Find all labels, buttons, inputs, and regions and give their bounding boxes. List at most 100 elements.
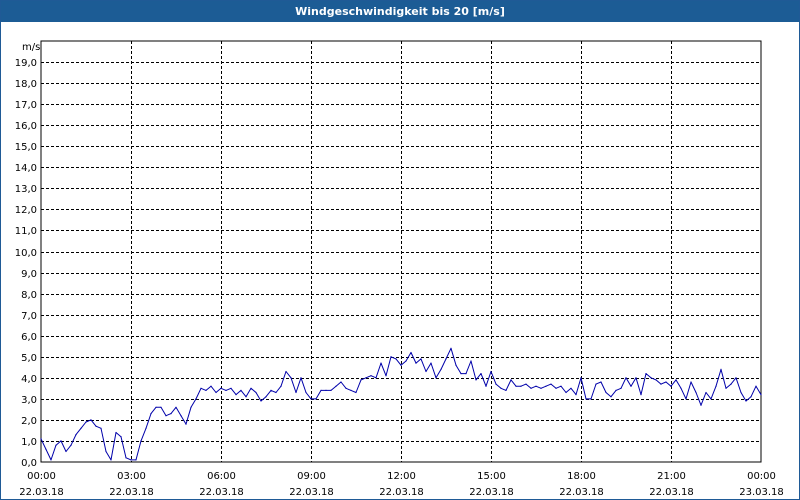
data-point [200,387,202,389]
data-point [115,431,117,434]
data-point [270,389,272,391]
data-point [485,385,487,387]
data-point [150,413,152,415]
data-point [680,387,682,389]
data-point [495,383,497,385]
data-point [145,427,147,429]
data-point [395,358,397,360]
data-point [385,375,387,377]
data-point [225,389,227,391]
data-point [365,377,367,379]
x-tick-date: 22.03.18 [469,487,514,498]
data-point [605,391,607,394]
y-tick-label: 14,0 [15,163,37,174]
data-point [410,351,412,354]
data-point [330,389,332,391]
data-point [625,377,627,379]
data-point [320,389,322,391]
data-point [275,391,277,394]
data-point [310,398,312,400]
x-tick-time: 00:00 [27,471,56,482]
x-tick-date: 22.03.18 [379,487,424,498]
data-point [375,377,377,379]
y-tick-label: 5,0 [21,353,37,364]
y-tick-label: 2,0 [21,416,37,427]
data-point [245,396,247,398]
x-tick-date: 22.03.18 [199,487,244,498]
data-point [480,373,482,375]
data-point [645,373,647,375]
data-point [615,389,617,391]
data-point [190,406,192,408]
data-point [90,419,92,421]
x-tick-date: 23.03.18 [739,487,784,498]
data-point [220,387,222,389]
y-tick-label: 15,0 [15,142,37,153]
x-tick-time: 09:00 [297,471,326,482]
data-point [380,362,382,364]
data-point [285,370,287,373]
data-point [670,385,672,387]
data-point [60,440,62,442]
data-point [435,377,437,379]
y-tick-label: 19,0 [15,58,37,69]
data-point [180,415,182,417]
data-point [595,383,597,385]
data-point [610,396,612,398]
y-axis-unit-label: m/s [22,42,40,53]
data-point [195,398,197,400]
data-point [295,391,297,394]
data-point [735,377,737,379]
y-tick-label: 18,0 [15,79,37,90]
data-point [515,385,517,387]
data-point [660,383,662,385]
data-point [745,400,747,402]
data-point [685,398,687,400]
data-point [50,459,52,461]
data-point [520,385,522,387]
data-point [70,444,72,446]
data-point [260,400,262,402]
x-tick-date: 22.03.18 [649,487,694,498]
data-point [755,385,757,387]
data-point [530,387,532,389]
data-point [470,360,472,362]
data-point [170,413,172,415]
data-point [345,387,347,389]
x-tick-time: 21:00 [657,471,686,482]
data-point [430,362,432,364]
y-tick-label: 6,0 [21,332,37,343]
y-tick-label: 4,0 [21,374,37,385]
data-point [695,391,697,394]
y-tick-label: 0,0 [21,458,37,469]
data-point [415,362,417,364]
x-tick-time: 18:00 [567,471,596,482]
data-point [55,444,57,446]
data-point [525,383,527,385]
data-point [40,438,42,440]
data-point [630,385,632,387]
data-point [730,383,732,385]
data-point [465,373,467,375]
data-point [315,398,317,400]
data-point [460,373,462,375]
x-tick-time: 06:00 [207,471,236,482]
data-point [305,391,307,394]
data-point [355,391,357,394]
data-point [205,389,207,391]
data-point [255,391,257,394]
data-point [230,387,232,389]
data-point [105,450,107,453]
data-point [705,391,707,394]
x-axis: 00:00 22.03.18 03:00 22.03.18 06:00 22.03.18 0… [19,471,784,498]
data-point [110,459,112,461]
data-point [175,406,177,408]
data-point [675,379,677,381]
data-point [335,385,337,387]
data-point [740,391,742,394]
x-tick-date: 22.03.18 [289,487,334,498]
data-point [440,368,442,370]
chart-window: Windgeschwindigkeit bis 20 [m/s] m/s 0,0… [0,0,800,500]
data-point [590,398,592,400]
x-tick-date: 22.03.18 [19,487,64,498]
